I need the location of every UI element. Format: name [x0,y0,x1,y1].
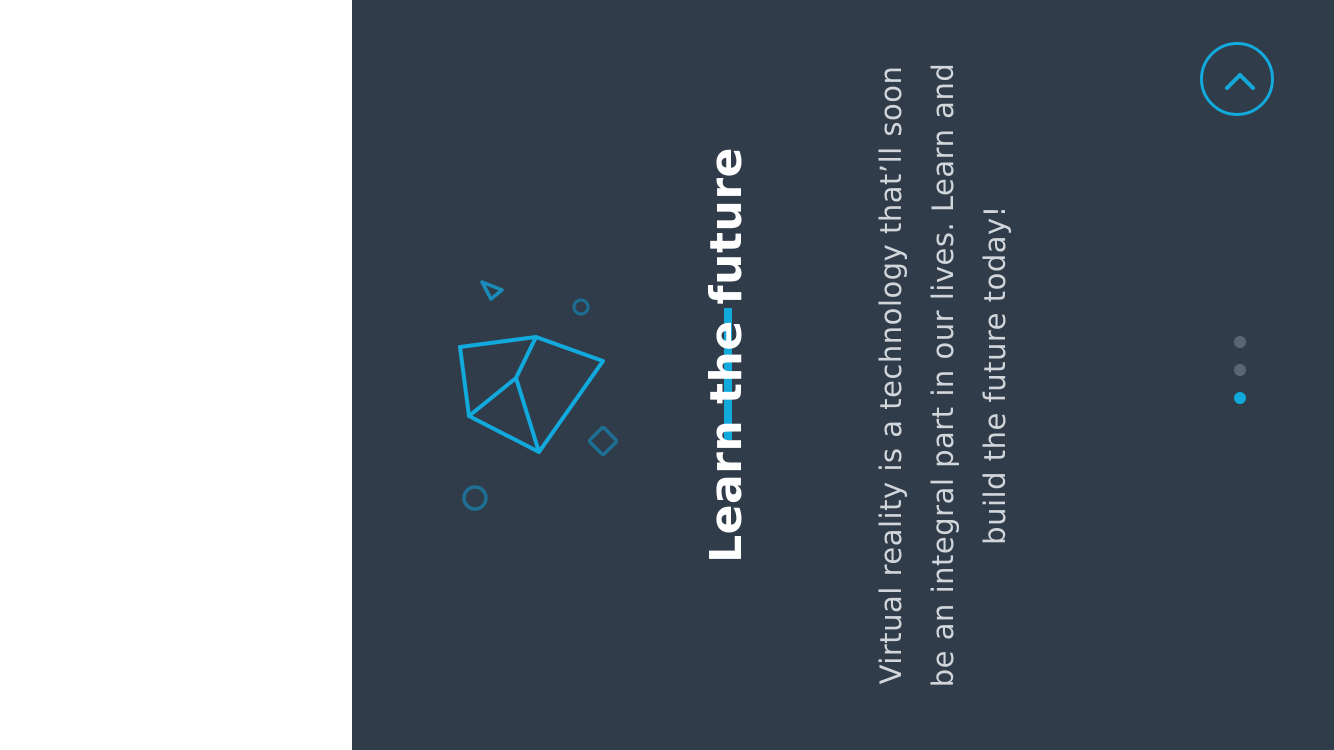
chevron-up-icon [1225,73,1255,90]
crystal-icon [458,335,605,454]
circle-decor-icon [462,485,488,511]
pagination-dot-active[interactable] [1234,392,1246,404]
vr-crystal-illustration [458,280,619,511]
pagination-dot[interactable] [1234,336,1246,348]
small-circle-decor-icon [572,298,590,316]
diamond-decor-icon [587,425,619,457]
triangle-decor-icon [480,280,504,301]
pagination-dot[interactable] [1234,364,1246,376]
pagination-dots [1233,336,1247,406]
onboarding-screen: Learn the future Virtual reality is a te… [352,0,1334,750]
scroll-up-button[interactable] [1200,42,1274,116]
slide-title: Learn the future [701,147,752,563]
slide-description: Virtual reality is a technology that’ll … [874,62,1012,688]
